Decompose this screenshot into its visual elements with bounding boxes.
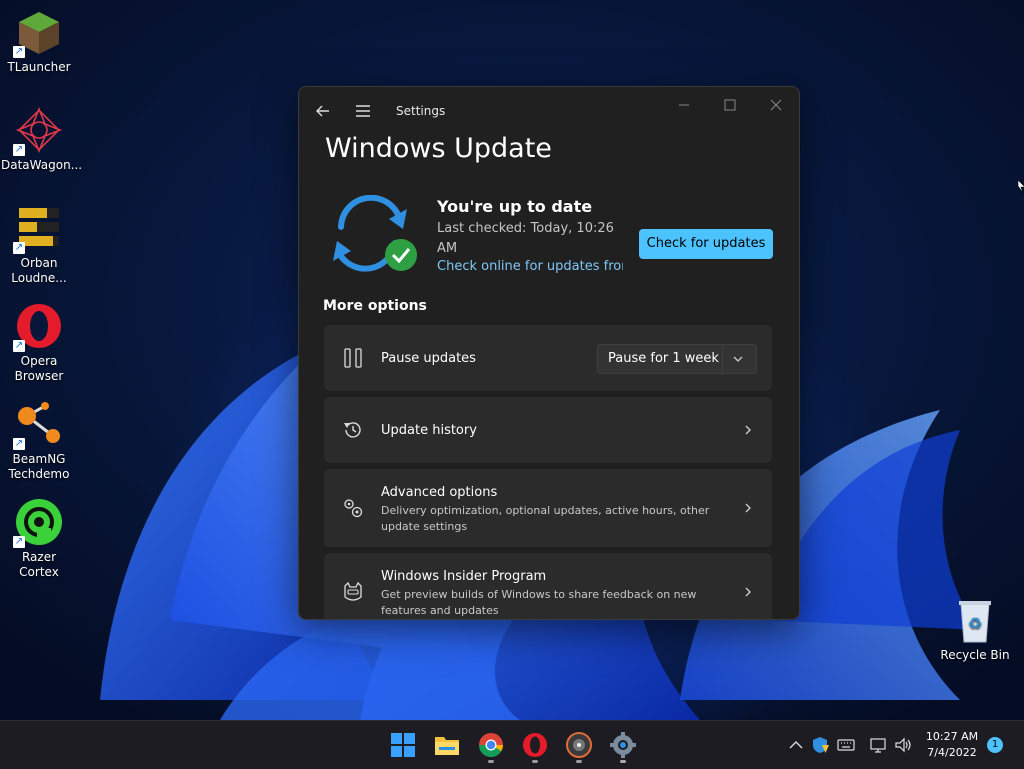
shortcut-arrow-icon: ↗ xyxy=(13,46,25,58)
datawagon-icon: ↗ xyxy=(13,106,63,156)
desktop-icon-label: BeamNG Techdemo xyxy=(8,452,70,481)
check-for-updates-button[interactable]: Check for updates xyxy=(639,229,773,259)
desktop-icon-recycle-bin[interactable]: ♻ Recycle Bin xyxy=(937,596,1013,663)
check-online-link[interactable]: Check online for updates fron xyxy=(437,259,623,274)
clock-time: 10:27 AM xyxy=(925,730,979,743)
svg-text:♻: ♻ xyxy=(968,614,982,633)
minimize-icon[interactable] xyxy=(673,97,695,113)
close-icon[interactable] xyxy=(765,97,787,113)
keyboard-icon[interactable] xyxy=(836,735,856,755)
card-title: Pause updates xyxy=(381,351,476,366)
desktop-icon-orban[interactable]: ↗ Orban Loudne... xyxy=(1,204,77,286)
insider-program-card[interactable]: Windows Insider Program Get preview buil… xyxy=(324,553,772,619)
advanced-options-card[interactable]: Advanced options Delivery optimization, … xyxy=(324,469,772,547)
shortcut-arrow-icon: ↗ xyxy=(13,144,25,156)
taskbar: 10:27 AM 7/4/2022 1 xyxy=(0,720,1024,769)
select-divider xyxy=(722,345,723,373)
update-history-card[interactable]: Update history xyxy=(324,397,772,463)
running-indicator xyxy=(620,760,626,763)
desktop-icon-label: Opera Browser xyxy=(14,354,64,383)
chevron-down-icon[interactable] xyxy=(732,354,744,364)
title-bar[interactable]: Settings xyxy=(299,87,799,135)
desktop-icon-datawagon[interactable]: ↗ DataWagon... xyxy=(1,106,83,173)
settings-window: Settings Windows Update You're up to dat… xyxy=(298,86,800,620)
running-indicator xyxy=(532,760,538,763)
back-arrow-icon[interactable] xyxy=(313,101,333,121)
volume-icon[interactable] xyxy=(893,735,913,755)
razer-cortex-icon: ↗ xyxy=(13,498,63,548)
network-icon[interactable] xyxy=(869,735,889,755)
history-icon xyxy=(344,422,361,438)
shortcut-arrow-icon: ↗ xyxy=(13,536,25,548)
desktop-icon-label: DataWagon... xyxy=(1,158,83,172)
gears-icon xyxy=(344,499,363,518)
desktop-icon-opera[interactable]: ↗ Opera Browser xyxy=(1,302,77,384)
opera-icon: ↗ xyxy=(13,302,63,352)
chevron-right-icon xyxy=(745,503,751,513)
card-title: Advanced options xyxy=(381,485,498,500)
start-icon[interactable] xyxy=(389,731,417,759)
card-title: Windows Insider Program xyxy=(381,569,547,584)
security-warning-icon[interactable] xyxy=(810,735,830,755)
more-options-heading: More options xyxy=(323,298,427,314)
orban-loudness-icon: ↗ xyxy=(13,204,63,254)
clock[interactable]: 10:27 AM 7/4/2022 xyxy=(920,729,984,761)
clock-date: 7/4/2022 xyxy=(927,746,977,759)
desktop-icon-label: Razer Cortex xyxy=(19,550,59,579)
mouse-cursor-icon xyxy=(1018,180,1024,194)
media-player-icon[interactable] xyxy=(565,731,593,759)
tlauncher-icon: ↗ xyxy=(13,8,63,58)
beamng-icon: ↗ xyxy=(13,400,63,450)
shortcut-arrow-icon: ↗ xyxy=(13,242,25,254)
last-checked-text: Last checked: Today, 10:26 AM xyxy=(437,221,614,256)
file-explorer-icon[interactable] xyxy=(433,731,461,759)
chevron-right-icon xyxy=(745,425,751,435)
page-title: Windows Update xyxy=(325,133,552,164)
desktop-icon-label: TLauncher xyxy=(7,60,71,74)
status-heading: You're up to date xyxy=(437,197,593,216)
chevron-right-icon xyxy=(745,587,751,597)
desktop-icon-razer-cortex[interactable]: ↗ Razer Cortex xyxy=(1,498,77,580)
shortcut-arrow-icon: ↗ xyxy=(13,438,25,450)
desktop-icon-label: Recycle Bin xyxy=(940,648,1010,662)
running-indicator xyxy=(488,760,494,763)
window-title: Settings xyxy=(396,104,446,118)
update-sync-icon xyxy=(333,195,417,272)
desktop-icon-tlauncher[interactable]: ↗ TLauncher xyxy=(1,8,77,75)
success-check-icon xyxy=(385,239,417,271)
shortcut-arrow-icon: ↗ xyxy=(13,340,25,352)
opera-icon[interactable] xyxy=(521,731,549,759)
recycle-bin-icon: ♻ xyxy=(951,596,999,644)
hamburger-menu-icon[interactable] xyxy=(353,101,373,121)
card-title: Update history xyxy=(381,423,477,438)
notification-badge[interactable]: 1 xyxy=(987,737,1003,753)
card-description: Get preview builds of Windows to share f… xyxy=(381,588,697,617)
pause-updates-card: Pause updates Pause for 1 week xyxy=(324,325,772,391)
desktop-icon-label: Orban Loudne... xyxy=(11,256,67,285)
pause-duration-select[interactable]: Pause for 1 week xyxy=(597,344,757,374)
pause-icon xyxy=(344,348,362,368)
running-indicator xyxy=(576,760,582,763)
settings-icon[interactable] xyxy=(609,731,637,759)
chrome-icon[interactable] xyxy=(477,731,505,759)
maximize-icon[interactable] xyxy=(719,97,741,113)
pause-select-value: Pause for 1 week xyxy=(608,351,719,366)
card-description: Delivery optimization, optional updates,… xyxy=(381,504,710,533)
desktop-icon-beamng[interactable]: ↗ BeamNG Techdemo xyxy=(1,400,77,482)
ninja-cat-icon xyxy=(344,581,362,601)
show-hidden-icons-chevron-icon[interactable] xyxy=(786,735,806,755)
